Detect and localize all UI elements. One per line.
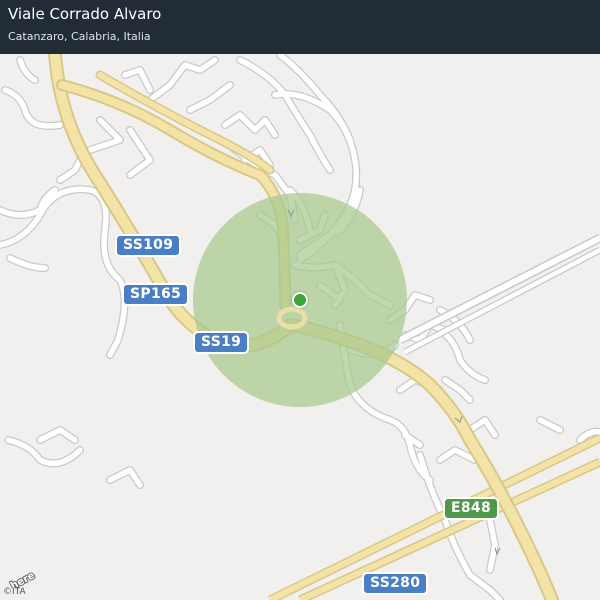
road-badge-ss280: SS280 <box>364 574 427 593</box>
road-badge-ss109: SS109 <box>117 236 180 255</box>
here-logo-icon: here <box>8 569 38 588</box>
road-badge-ss19: SS19 <box>195 333 248 352</box>
road-badge-e848: E848 <box>445 499 497 518</box>
location-dot-icon[interactable] <box>292 292 308 308</box>
map-app: Viale Corrado Alvaro Catanzaro, Calabria… <box>0 0 600 600</box>
location-subtitle: Catanzaro, Calabria, Italia <box>8 30 151 43</box>
location-header: Viale Corrado Alvaro Catanzaro, Calabria… <box>0 0 600 54</box>
map-copyright: ©ITA <box>3 587 26 597</box>
road-badge-sp165: SP165 <box>124 285 188 304</box>
here-logo-text: here <box>9 570 37 588</box>
location-title: Viale Corrado Alvaro <box>8 5 162 23</box>
